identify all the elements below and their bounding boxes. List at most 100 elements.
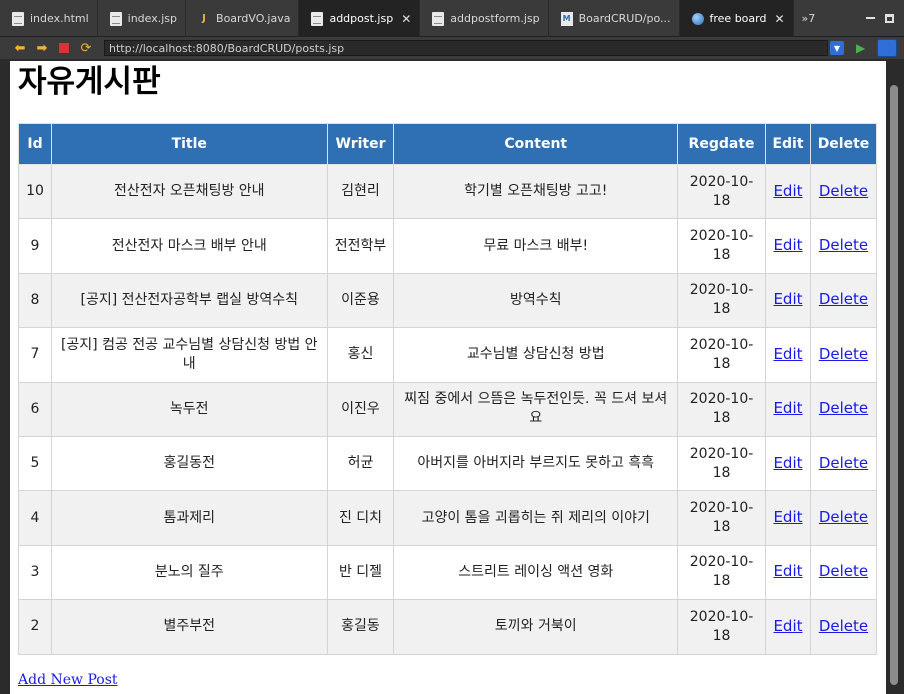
delete-link[interactable]: Delete [819,454,868,472]
tab-addpost-jsp[interactable]: addpost.jsp ✕ [299,0,421,37]
cell-writer: 이준용 [326,272,395,329]
tab-boardvo-java[interactable]: J BoardVO.java [186,0,300,37]
jsp-file-icon [311,11,324,26]
table-row: 6 녹두전 이진우 찌짐 중에서 으뜸은 녹두전인듯. 꼭 드셔 보셔요 202… [18,381,878,437]
cell-regdate: 2020-10-18 [677,381,766,437]
scrollbar-thumb[interactable] [890,85,898,685]
window-controls [866,0,904,36]
edit-link[interactable]: Edit [773,454,802,472]
edit-link[interactable]: Edit [773,562,802,580]
table-row: 10 전산전자 오픈채팅방 안내 김현리 학기별 오픈채팅방 고고! 2020-… [18,163,878,220]
cell-id: 4 [18,490,52,546]
edit-link[interactable]: Edit [773,236,802,254]
cell-id: 7 [18,327,52,383]
table-row: 4 톰과제리 진 디치 고양이 톰을 괴롭히는 쥐 제리의 이야기 2020-1… [18,490,878,546]
cell-content: 고양이 톰을 괴롭히는 쥐 제리의 이야기 [393,490,679,546]
cell-title: 분노의 질주 [50,544,328,601]
table-row: 7 [공지] 컴공 전공 교수님별 상담신청 방법 안내 홍신 교수님별 상담신… [18,327,878,383]
column-header-regdate: Regdate [677,123,766,165]
delete-link[interactable]: Delete [819,508,868,526]
cell-writer: 전전학부 [326,218,395,274]
page-viewport: 자유게시판 Id Title Writer Content Regdate Ed… [10,61,886,694]
cell-delete: Delete [809,327,878,383]
table-row: 2 별주부전 홍길동 토끼와 거북이 2020-10-18 Edit Delet… [18,599,878,655]
column-header-title: Title [50,123,328,165]
column-header-writer: Writer [326,123,395,165]
back-arrow-icon[interactable]: ⬅ [12,40,28,56]
go-icon[interactable]: ▶ [856,41,865,55]
table-row: 9 전산전자 마스크 배부 안내 전전학부 무료 마스크 배부! 2020-10… [18,218,878,274]
cell-title: 녹두전 [50,381,328,437]
tab-label: addpost.jsp [329,12,394,25]
maximize-icon[interactable] [885,13,894,23]
edit-link[interactable]: Edit [773,617,802,635]
cell-title: 전산전자 마스크 배부 안내 [50,218,328,274]
table-row: 5 홍길동전 허균 아버지를 아버지라 부르지도 못하고 흑흑 2020-10-… [18,435,878,492]
delete-link[interactable]: Delete [819,345,868,363]
cell-regdate: 2020-10-18 [677,327,766,383]
cell-delete: Delete [809,435,878,492]
cell-title: 홍길동전 [50,435,328,492]
cell-regdate: 2020-10-18 [677,490,766,546]
external-browser-icon[interactable] [877,39,898,57]
url-history-dropdown-icon[interactable]: ▼ [830,41,844,55]
cell-id: 5 [18,435,52,492]
delete-link[interactable]: Delete [819,562,868,580]
delete-link[interactable]: Delete [819,182,868,200]
cell-delete: Delete [809,544,878,601]
cell-delete: Delete [809,163,878,220]
close-icon[interactable]: ✕ [774,12,784,26]
cell-writer: 진 디치 [326,490,395,546]
column-header-id: Id [18,123,52,165]
cell-edit: Edit [765,163,811,220]
cell-content: 스트리트 레이싱 액션 영화 [393,544,679,601]
cell-title: [공지] 전산전자공학부 랩실 방역수칙 [50,272,328,329]
tab-index-jsp[interactable]: index.jsp [98,0,187,37]
jsp-file-icon [109,11,122,26]
cell-content: 방역수칙 [393,272,679,329]
tab-label: free board [709,12,767,25]
tab-boardcrud-posts[interactable]: M BoardCRUD/po... [549,0,680,37]
tab-label: index.html [30,12,89,25]
add-new-post-link[interactable]: Add New Post [18,672,118,688]
java-file-icon: J [202,13,206,24]
delete-link[interactable]: Delete [819,290,868,308]
cell-writer: 이진우 [326,381,395,437]
cell-writer: 홍길동 [326,599,395,655]
table-row: 3 분노의 질주 반 디젤 스트리트 레이싱 액션 영화 2020-10-18 … [18,544,878,601]
cell-delete: Delete [809,490,878,546]
delete-link[interactable]: Delete [819,617,868,635]
posts-table: Id Title Writer Content Regdate Edit Del… [18,123,878,655]
url-input[interactable] [104,40,828,56]
tab-overflow-button[interactable]: »7 [794,0,824,36]
cell-title: 톰과제리 [50,490,328,546]
cell-content: 무료 마스크 배부! [393,218,679,274]
cell-delete: Delete [809,272,878,329]
html-file-icon [12,11,24,26]
tab-addpostform-jsp[interactable]: addpostform.jsp [420,0,549,37]
delete-link[interactable]: Delete [819,399,868,417]
edit-link[interactable]: Edit [773,508,802,526]
cell-writer: 반 디젤 [326,544,395,601]
cell-regdate: 2020-10-18 [677,435,766,492]
cell-regdate: 2020-10-18 [677,599,766,655]
edit-link[interactable]: Edit [773,399,802,417]
stop-icon[interactable] [59,43,69,53]
refresh-icon[interactable]: ⟳ [78,40,94,56]
vertical-scrollbar[interactable] [886,61,904,694]
edit-link[interactable]: Edit [773,345,802,363]
cell-content: 찌짐 중에서 으뜸은 녹두전인듯. 꼭 드셔 보셔요 [393,381,679,437]
cell-title: [공지] 컴공 전공 교수님별 상담신청 방법 안내 [50,327,328,383]
cell-content: 아버지를 아버지라 부르지도 못하고 흑흑 [393,435,679,492]
forward-arrow-icon[interactable]: ➡ [34,40,50,56]
edit-link[interactable]: Edit [773,290,802,308]
delete-link[interactable]: Delete [819,236,868,254]
tab-free-board[interactable]: free board ✕ [679,0,794,37]
close-icon[interactable]: ✕ [401,12,411,26]
tab-index-html[interactable]: index.html [0,0,98,37]
edit-link[interactable]: Edit [773,182,802,200]
minimize-icon[interactable] [866,17,875,19]
tab-label: addpostform.jsp [450,12,540,25]
jsp-file-icon [432,11,445,26]
tab-label: index.jsp [127,12,178,25]
